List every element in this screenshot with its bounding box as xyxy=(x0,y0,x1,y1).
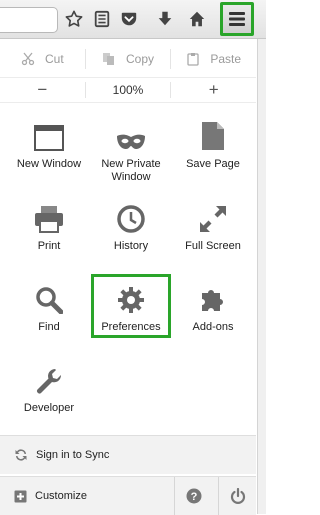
print-button[interactable]: Print xyxy=(9,199,89,253)
item-label: History xyxy=(113,240,149,252)
sync-label: Sign in to Sync xyxy=(36,449,110,461)
copy-icon xyxy=(103,53,114,65)
zoom-out-button[interactable]: − xyxy=(0,78,85,102)
developer-button[interactable]: Developer xyxy=(9,361,89,415)
help-button[interactable]: ? xyxy=(174,477,213,515)
bookmarks-menu-icon[interactable] xyxy=(91,8,113,30)
customize-button[interactable]: Customize xyxy=(0,477,170,515)
printer-icon xyxy=(35,206,63,233)
item-label: Add-ons xyxy=(192,321,234,333)
mask-icon xyxy=(117,134,145,149)
cut-button[interactable]: Cut xyxy=(0,45,85,73)
zoom-in-button[interactable]: + xyxy=(171,78,256,102)
power-icon xyxy=(230,488,246,504)
quit-button[interactable] xyxy=(218,477,257,515)
copy-label: Copy xyxy=(126,52,155,66)
clock-icon xyxy=(117,205,145,233)
item-label: New Window xyxy=(16,158,82,170)
fullscreen-icon xyxy=(200,206,226,232)
item-label: Find xyxy=(38,321,60,333)
paste-button[interactable]: Paste xyxy=(171,45,256,73)
full-screen-button[interactable]: Full Screen xyxy=(173,199,253,253)
menu-panel: Cut Copy Paste − 100% + New Window New P… xyxy=(0,39,266,515)
url-bar[interactable] xyxy=(0,7,58,33)
page-icon xyxy=(202,122,224,150)
zoom-reset-button[interactable]: 100% xyxy=(86,78,171,102)
plus-box-icon xyxy=(14,490,27,502)
copy-button[interactable]: Copy xyxy=(86,45,171,73)
window-icon xyxy=(34,125,64,151)
edit-controls: Cut Copy Paste xyxy=(0,45,256,73)
download-icon[interactable] xyxy=(154,8,176,30)
find-button[interactable]: Find xyxy=(9,280,89,334)
wrench-icon xyxy=(36,369,62,394)
pocket-icon[interactable] xyxy=(118,8,140,30)
home-icon[interactable] xyxy=(186,8,208,30)
puzzle-icon xyxy=(202,290,223,311)
hamburger-icon xyxy=(229,12,245,26)
help-icon: ? xyxy=(186,488,202,504)
magnifier-icon xyxy=(36,287,63,314)
bookmark-star-icon[interactable] xyxy=(63,8,85,30)
plus-icon: + xyxy=(208,80,219,99)
scissors-icon xyxy=(21,52,35,66)
new-private-window-button[interactable]: New Private Window xyxy=(91,117,171,184)
browser-toolbar xyxy=(0,0,266,39)
panel-edge xyxy=(257,39,266,514)
clipboard-icon xyxy=(187,53,199,66)
item-label: Save Page xyxy=(186,158,240,170)
add-ons-button[interactable]: Add-ons xyxy=(173,280,253,334)
preferences-highlight xyxy=(91,274,171,338)
customize-label: Customize xyxy=(35,490,87,502)
save-page-button[interactable]: Save Page xyxy=(173,117,253,171)
cut-label: Cut xyxy=(44,52,64,66)
sync-icon xyxy=(15,449,27,461)
item-label: New Private Window xyxy=(101,158,161,183)
zoom-level: 100% xyxy=(112,83,144,97)
svg-text:?: ? xyxy=(191,491,198,503)
item-label: Print xyxy=(37,240,61,252)
sign-in-to-sync-button[interactable]: Sign in to Sync xyxy=(0,435,256,474)
item-label: Developer xyxy=(23,402,75,414)
new-window-button[interactable]: New Window xyxy=(9,117,89,171)
zoom-controls: − 100% + xyxy=(0,77,256,103)
footer-bar: Customize ? xyxy=(0,476,256,515)
minus-icon: − xyxy=(37,80,48,99)
history-button[interactable]: History xyxy=(91,199,171,253)
item-label: Full Screen xyxy=(185,240,241,252)
open-menu-button[interactable] xyxy=(220,2,254,36)
paste-label: Paste xyxy=(210,52,242,66)
